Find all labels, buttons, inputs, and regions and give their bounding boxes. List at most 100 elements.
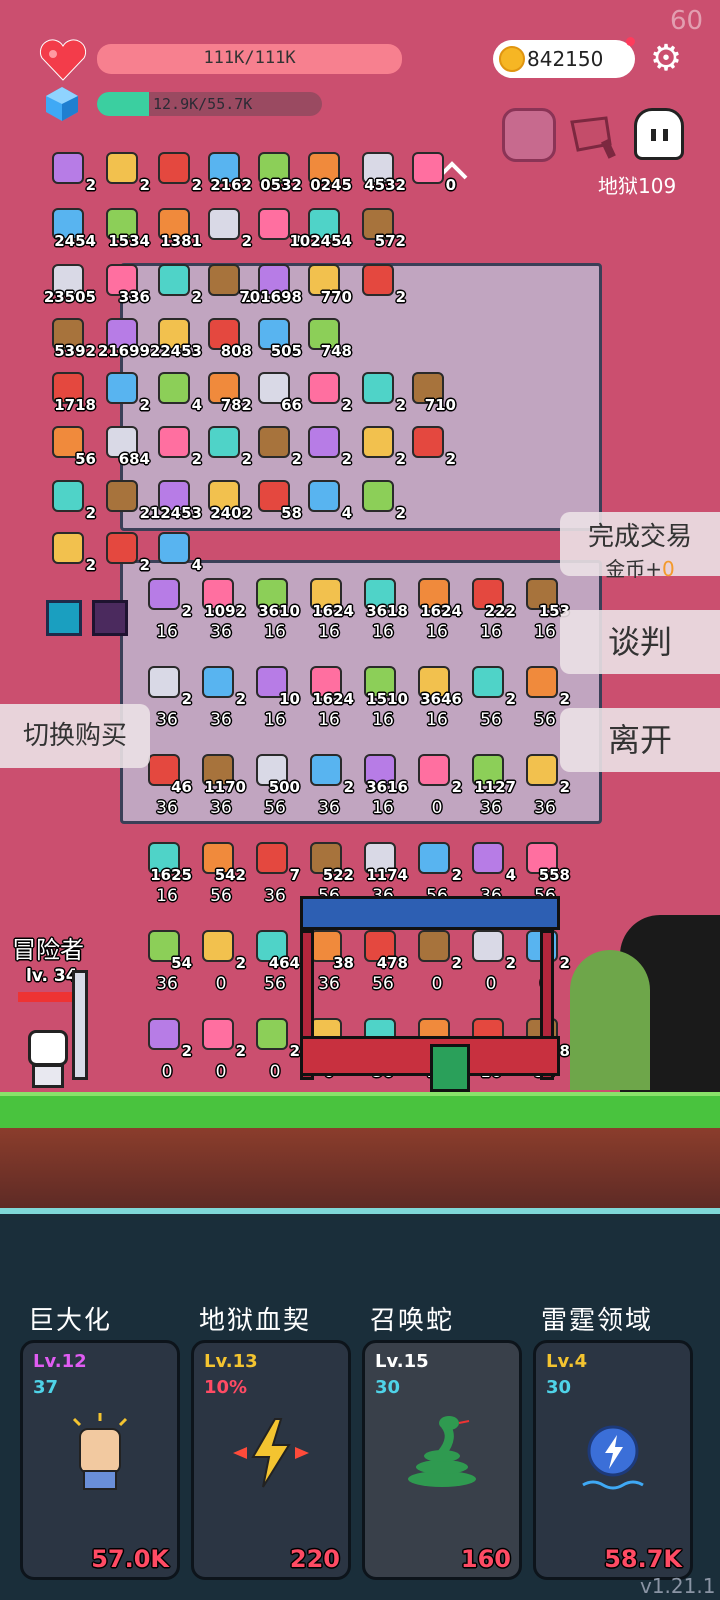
inventory-item[interactable]: 1534 [98,206,150,250]
shop-item[interactable]: 3618 16 [356,576,408,642]
inventory-item[interactable]: 572 [354,206,406,250]
inventory-item[interactable]: 2 [44,530,96,574]
inventory-item[interactable]: 2 [44,150,96,194]
inventory-item[interactable]: 2402 [200,478,252,522]
shop-item[interactable]: 20 [194,1016,246,1082]
inventory-item[interactable]: 2 [44,478,96,522]
inventory-item[interactable]: 2 [354,424,406,468]
shop-item[interactable]: 20 [248,1016,300,1082]
inventory-item[interactable]: 2 [98,150,150,194]
shop-item[interactable]: 7 36 [248,840,300,906]
inventory-item[interactable]: 2 [150,150,202,194]
inventory-item[interactable]: 1381 [150,206,202,250]
inventory-item[interactable]: 336 [98,262,150,306]
inventory-item[interactable]: 2 [98,530,150,574]
shop-item[interactable]: 117436 [356,840,408,906]
switch-buy-button[interactable]: 切换购买 [0,704,150,768]
shop-item[interactable]: 542 56 [194,840,246,906]
inventory-item[interactable]: 4 [150,370,202,414]
shop-item[interactable]: 1510 16 [356,664,408,730]
inventory-item[interactable]: 2454 [44,206,96,250]
shop-item[interactable]: 20 [194,928,246,994]
cleaver-icon[interactable] [566,112,622,162]
inventory-item[interactable]: 2 [200,206,252,250]
skill-card[interactable]: Lv.15 30 160 [362,1340,522,1580]
shop-item[interactable]: 3646 16 [410,664,462,730]
inventory-item[interactable]: 2 [354,370,406,414]
inventory-item[interactable]: 2 [404,424,456,468]
inventory-item[interactable]: 684 [98,424,150,468]
shop-item[interactable]: 256 [464,664,516,730]
inventory-item[interactable]: 2162 [200,150,252,194]
shop-item[interactable]: 256 [518,664,570,730]
inventory-item[interactable]: 1718 [44,370,96,414]
skill-card[interactable]: Lv.4 30 58.7K [533,1340,693,1580]
shop-item[interactable]: 464 56 [248,928,300,994]
leave-button[interactable]: 离开 [560,708,720,772]
inventory-item[interactable]: 12453 [150,478,202,522]
shop-item[interactable]: 10 16 [248,664,300,730]
negotiate-button[interactable]: 谈判 [560,610,720,674]
inventory-item[interactable]: 2 [200,424,252,468]
inventory-item[interactable]: 66 [250,370,302,414]
inventory-item[interactable]: 770 [300,262,352,306]
inventory-item[interactable]: 782 [200,370,252,414]
shop-item[interactable]: 222 16 [464,576,516,642]
inventory-item[interactable]: 2 [300,370,352,414]
boss-face-icon[interactable] [502,108,556,162]
inventory-item[interactable]: 23505 [44,262,96,306]
inventory-item[interactable]: 0532 [250,150,302,194]
inventory-item[interactable]: 2 [354,478,406,522]
inventory-item[interactable]: 2 [150,262,202,306]
inventory-item[interactable]: 701698 [239,262,302,306]
inventory-item[interactable]: 56 [44,424,96,468]
inventory-item[interactable]: 0245 [300,150,352,194]
shop-item[interactable]: 20 [410,752,462,818]
inventory-item[interactable]: 2 [98,478,150,522]
complete-trade-button[interactable]: 完成交易 金币+0 [560,512,720,581]
inventory-item[interactable]: 2 [250,424,302,468]
shop-item[interactable]: 54 36 [140,928,192,994]
dark-rune-item[interactable] [92,600,128,636]
shop-item[interactable]: 153 16 [518,576,570,642]
inventory-item[interactable]: 2 [354,262,406,306]
gear-icon[interactable]: ⚙ [646,39,686,79]
inventory-item[interactable]: 710 [404,370,456,414]
shop-item[interactable]: 1625 16 [140,840,192,906]
inventory-item[interactable]: 2 [150,424,202,468]
glow-gem-item[interactable] [46,600,82,636]
inventory-item[interactable]: 808 [200,316,252,360]
inventory-item[interactable]: 4 [300,478,352,522]
shop-item[interactable]: 436 [464,840,516,906]
inventory-item[interactable]: 102454 [289,206,352,250]
inventory-item[interactable]: 2 [300,424,352,468]
inventory-item[interactable]: 4 [150,530,202,574]
inventory-item[interactable]: 748 [300,316,352,360]
inventory-item[interactable]: 4532 [354,150,406,194]
ghost-icon[interactable] [634,108,684,160]
shop-item[interactable]: 3610 16 [248,576,300,642]
shop-item[interactable]: 3616 16 [356,752,408,818]
inventory-item[interactable]: 2 [98,370,150,414]
shop-item[interactable]: 236 [194,664,246,730]
coin-counter[interactable]: 842150 [493,40,635,78]
skill-card[interactable]: Lv.12 37 57.0K [20,1340,180,1580]
shop-item[interactable]: 20 [140,1016,192,1082]
shop-item[interactable]: 1624 16 [410,576,462,642]
skill-card[interactable]: Lv.13 10% 220 [191,1340,351,1580]
shop-item[interactable]: 1624 16 [302,576,354,642]
shop-item[interactable]: 500 56 [248,752,300,818]
inventory-item[interactable]: 58 [250,478,302,522]
shop-item[interactable]: 236 [140,664,192,730]
inventory-item[interactable]: 22453 [150,316,202,360]
shop-item[interactable]: 256 [410,840,462,906]
shop-item[interactable]: 1127 36 [464,752,516,818]
shop-item[interactable]: 1092 36 [194,576,246,642]
inventory-item[interactable]: 5392 [44,316,96,360]
shop-item[interactable]: 236 [302,752,354,818]
shop-item[interactable]: 1170 36 [194,752,246,818]
shop-item[interactable]: 52256 [302,840,354,906]
inventory-item[interactable]: 21699 [98,316,150,360]
shop-item[interactable]: 216 [140,576,192,642]
inventory-item[interactable]: 0 [404,150,456,194]
